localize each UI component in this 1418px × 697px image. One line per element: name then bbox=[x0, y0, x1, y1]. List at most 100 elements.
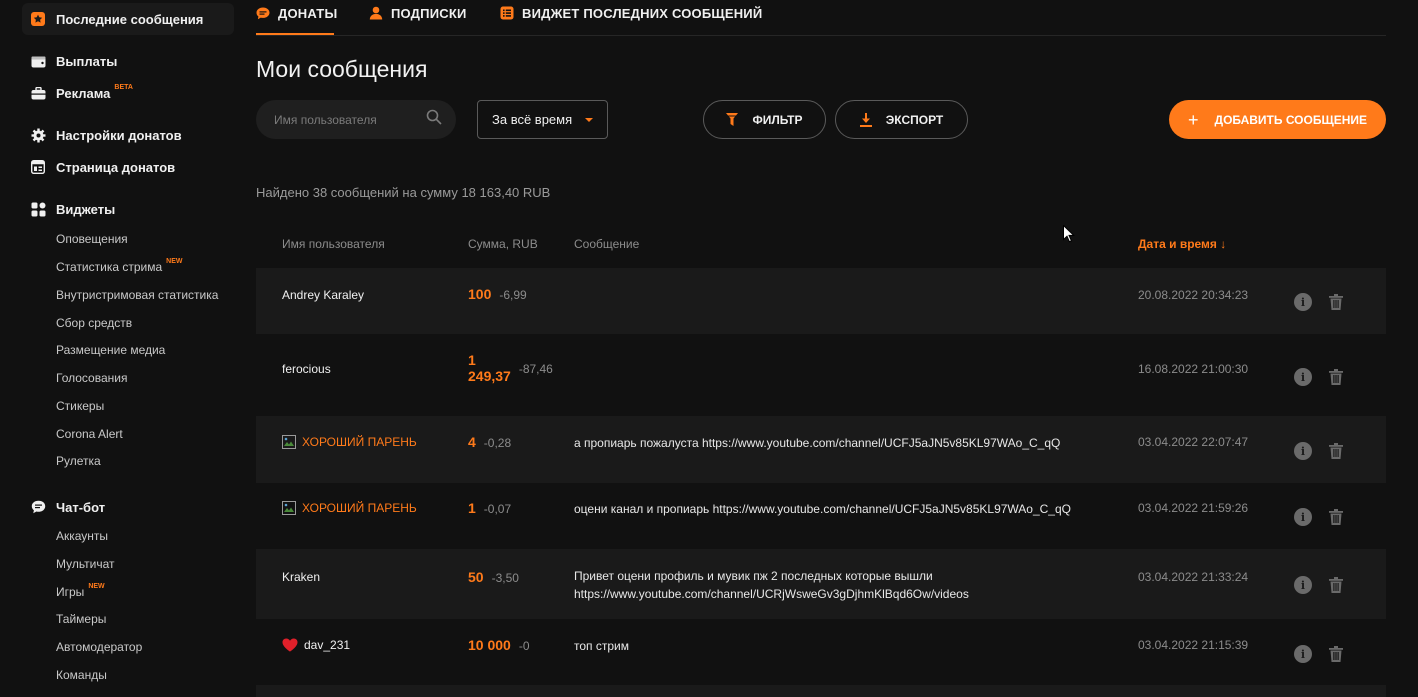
donation-date: 03.04.2022 22:07:47 bbox=[1138, 435, 1249, 449]
sidebar-sub-label: Внутристримовая статистика bbox=[56, 288, 219, 302]
sidebar-sub-label: Рулетка bbox=[56, 454, 101, 468]
sidebar-item-label: Последние сообщения bbox=[56, 11, 204, 27]
sidebar-sub-corona-alert[interactable]: Corona Alert bbox=[56, 426, 123, 442]
sidebar-item-recent-messages[interactable]: Последние сообщения bbox=[30, 9, 203, 29]
search-box[interactable] bbox=[256, 100, 456, 139]
sidebar-sub-label: Команды bbox=[56, 668, 107, 682]
plus-icon: + bbox=[1188, 109, 1199, 130]
column-header-message[interactable]: Сообщение bbox=[574, 237, 639, 251]
search-input[interactable] bbox=[274, 112, 414, 127]
trash-icon[interactable] bbox=[1328, 293, 1344, 311]
commission-value: -87,46 bbox=[518, 362, 553, 376]
tab-label: ПОДПИСКИ bbox=[391, 5, 467, 21]
table-row[interactable]: ХОРОШИЙ ПАРЕНЬ 4 -0,28 а пропиарь пожалу… bbox=[256, 416, 1386, 483]
donation-message: а пропиарь пожалуста https://www.youtube… bbox=[574, 436, 1061, 450]
message-line-1: Привет оцени профиль и мувик пж 2 послед… bbox=[574, 569, 933, 583]
sidebar-sub-fundraising[interactable]: Сбор средств bbox=[56, 315, 132, 331]
tab-donations[interactable]: ДОНАТЫ bbox=[256, 4, 337, 22]
trash-icon[interactable] bbox=[1328, 645, 1344, 663]
sidebar-sub-alerts[interactable]: Оповещения bbox=[56, 231, 128, 247]
donor-name: Andrey Karaley bbox=[282, 288, 364, 302]
info-icon[interactable]: i bbox=[1294, 576, 1312, 594]
sidebar-item-donation-page[interactable]: Страница донатов bbox=[30, 157, 175, 177]
new-badge: NEW bbox=[166, 257, 183, 265]
amount-value: 100 bbox=[468, 286, 492, 302]
commission-value: -6,99 bbox=[499, 288, 527, 302]
list-icon bbox=[500, 6, 514, 20]
donation-amount: 1 249,37 -87,46 bbox=[468, 352, 553, 384]
message-line-2: https://www.youtube.com/channel/UCRjWswe… bbox=[574, 587, 969, 601]
sidebar-sub-timers[interactable]: Таймеры bbox=[56, 611, 106, 627]
sidebar-item-ads[interactable]: Реклама BETA bbox=[30, 83, 133, 103]
search-icon[interactable] bbox=[426, 109, 442, 130]
info-icon[interactable]: i bbox=[1294, 442, 1312, 460]
heart-icon bbox=[282, 638, 298, 652]
column-header-amount[interactable]: Сумма, RUB bbox=[468, 237, 538, 251]
donation-date: 16.08.2022 21:00:30 bbox=[1138, 362, 1249, 376]
sidebar-item-label: Виджеты bbox=[56, 201, 116, 217]
info-icon[interactable]: i bbox=[1294, 645, 1312, 663]
sidebar-sub-stickers[interactable]: Стикеры bbox=[56, 398, 104, 414]
column-header-user[interactable]: Имя пользователя bbox=[282, 237, 385, 251]
table-row[interactable]: Kraken 50 -3,50 Привет оцени профиль и м… bbox=[256, 549, 1386, 619]
sidebar-item-payouts[interactable]: Выплаты bbox=[30, 51, 117, 71]
donation-message: оцени канал и пропиарь https://www.youtu… bbox=[574, 502, 1071, 516]
table-row[interactable]: dav_231 10 000 -0 топ стрим 03.04.2022 2… bbox=[256, 619, 1386, 685]
donation-date: 03.04.2022 21:15:39 bbox=[1138, 638, 1249, 652]
tabs-divider bbox=[256, 35, 1386, 36]
sidebar-sub-label: Игры bbox=[56, 585, 85, 599]
filter-label: ФИЛЬТР bbox=[752, 112, 803, 127]
sidebar-item-label: Страница донатов bbox=[56, 159, 176, 175]
tab-subscriptions[interactable]: ПОДПИСКИ bbox=[369, 4, 467, 22]
table-row[interactable]: ferocious 1 249,37 -87,46 16.08.2022 21:0… bbox=[256, 334, 1386, 416]
donation-date: 20.08.2022 20:34:23 bbox=[1138, 288, 1249, 302]
table-row[interactable] bbox=[256, 685, 1386, 697]
trash-icon[interactable] bbox=[1328, 442, 1344, 460]
sidebar-sub-multichat[interactable]: Мультичат bbox=[56, 556, 115, 572]
tab-label: ДОНАТЫ bbox=[278, 5, 338, 21]
filter-button[interactable]: ФИЛЬТР bbox=[703, 100, 826, 139]
sidebar-item-widgets[interactable]: Виджеты bbox=[30, 199, 115, 219]
donation-amount: 4 -0,28 bbox=[468, 434, 511, 450]
trash-icon[interactable] bbox=[1328, 368, 1344, 386]
beta-badge: BETA bbox=[114, 83, 133, 91]
download-icon bbox=[859, 112, 872, 127]
tab-recent-messages-widget[interactable]: ВИДЖЕТ ПОСЛЕДНИХ СООБЩЕНИЙ bbox=[500, 4, 762, 22]
user-icon bbox=[369, 6, 383, 20]
amount-line-1: 1 bbox=[468, 352, 476, 368]
sidebar-sub-in-stream-stats[interactable]: Внутристримовая статистика bbox=[56, 287, 218, 303]
add-message-button[interactable]: + ДОБАВИТЬ СООБЩЕНИЕ bbox=[1169, 100, 1386, 139]
sidebar-sub-accounts[interactable]: Аккаунты bbox=[56, 528, 108, 544]
donation-amount: 10 000 -0 bbox=[468, 637, 530, 653]
donation-amount: 100 -6,99 bbox=[468, 286, 527, 302]
donor-name-text: ferocious bbox=[282, 362, 331, 376]
sidebar-sub-polls[interactable]: Голосования bbox=[56, 370, 127, 386]
sidebar-item-chatbot[interactable]: Чат-бот bbox=[30, 497, 105, 517]
sidebar-item-label: Реклама bbox=[56, 85, 111, 101]
trash-icon[interactable] bbox=[1328, 508, 1344, 526]
sidebar-sub-roulette[interactable]: Рулетка bbox=[56, 453, 101, 469]
info-icon[interactable]: i bbox=[1294, 293, 1312, 311]
table-row[interactable]: Andrey Karaley 100 -6,99 20.08.2022 20:3… bbox=[256, 268, 1386, 334]
sidebar-sub-automoderator[interactable]: Автомодератор bbox=[56, 639, 142, 655]
info-icon[interactable]: i bbox=[1294, 508, 1312, 526]
sidebar-sub-commands[interactable]: Команды bbox=[56, 667, 107, 683]
sidebar-item-donation-settings[interactable]: Настройки донатов bbox=[30, 125, 182, 145]
sidebar-item-label: Чат-бот bbox=[56, 499, 106, 515]
sidebar-sub-stream-stats[interactable]: Статистика стрима NEW bbox=[56, 257, 183, 275]
sidebar-sub-games[interactable]: Игры NEW bbox=[56, 582, 105, 600]
commission-value: -0,07 bbox=[483, 502, 512, 516]
sidebar-sub-media[interactable]: Размещение медиа bbox=[56, 342, 165, 358]
export-button[interactable]: ЭКСПОРТ bbox=[835, 100, 968, 139]
donor-name-text: Kraken bbox=[282, 570, 321, 584]
info-icon[interactable]: i bbox=[1294, 368, 1312, 386]
table-row[interactable]: ХОРОШИЙ ПАРЕНЬ 1 -0,07 оцени канал и про… bbox=[256, 483, 1386, 549]
donor-name-text: ХОРОШИЙ ПАРЕНЬ bbox=[302, 435, 417, 449]
export-label: ЭКСПОРТ bbox=[885, 112, 944, 127]
trash-icon[interactable] bbox=[1328, 576, 1344, 594]
sidebar-sub-label: Аккаунты bbox=[56, 529, 109, 543]
commission-value: -3,50 bbox=[491, 571, 519, 585]
column-header-date[interactable]: Дата и время ↓ bbox=[1138, 237, 1226, 251]
period-select[interactable]: За всё время bbox=[477, 100, 608, 139]
new-badge: NEW bbox=[88, 582, 105, 590]
